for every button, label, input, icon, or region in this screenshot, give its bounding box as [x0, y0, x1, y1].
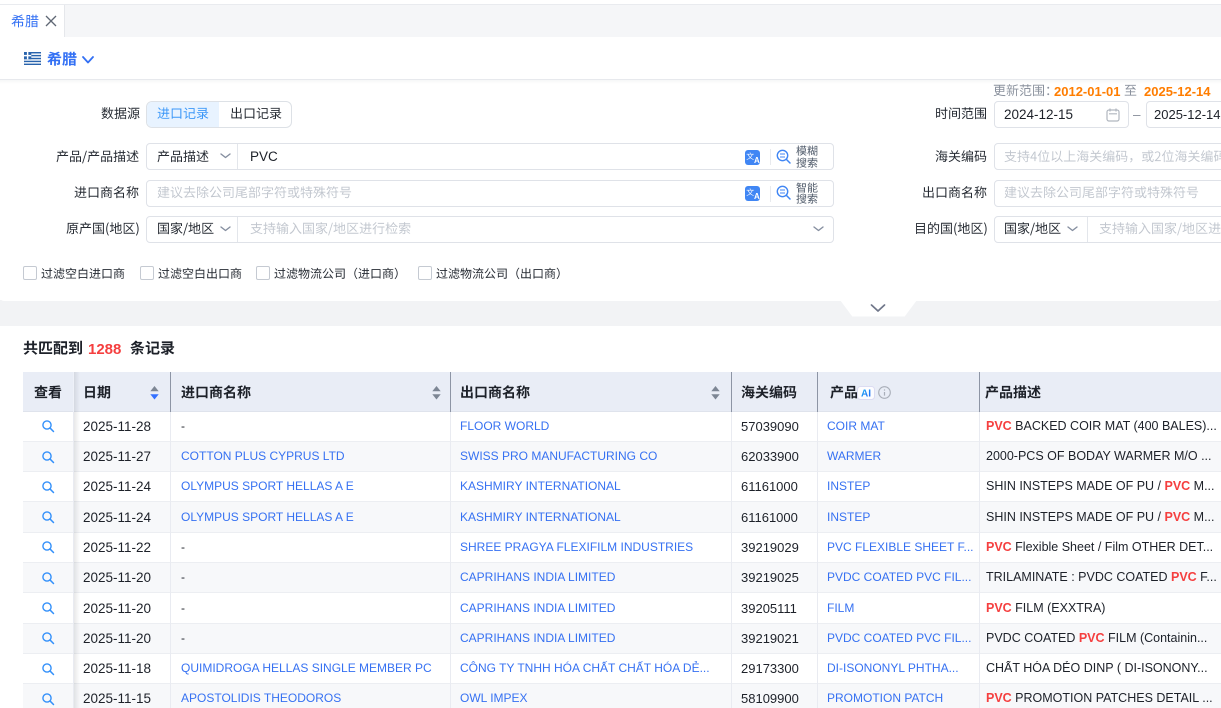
svg-text:A: A — [754, 156, 760, 165]
svg-text:AI: AI — [861, 389, 871, 400]
svg-text:A: A — [754, 192, 760, 201]
